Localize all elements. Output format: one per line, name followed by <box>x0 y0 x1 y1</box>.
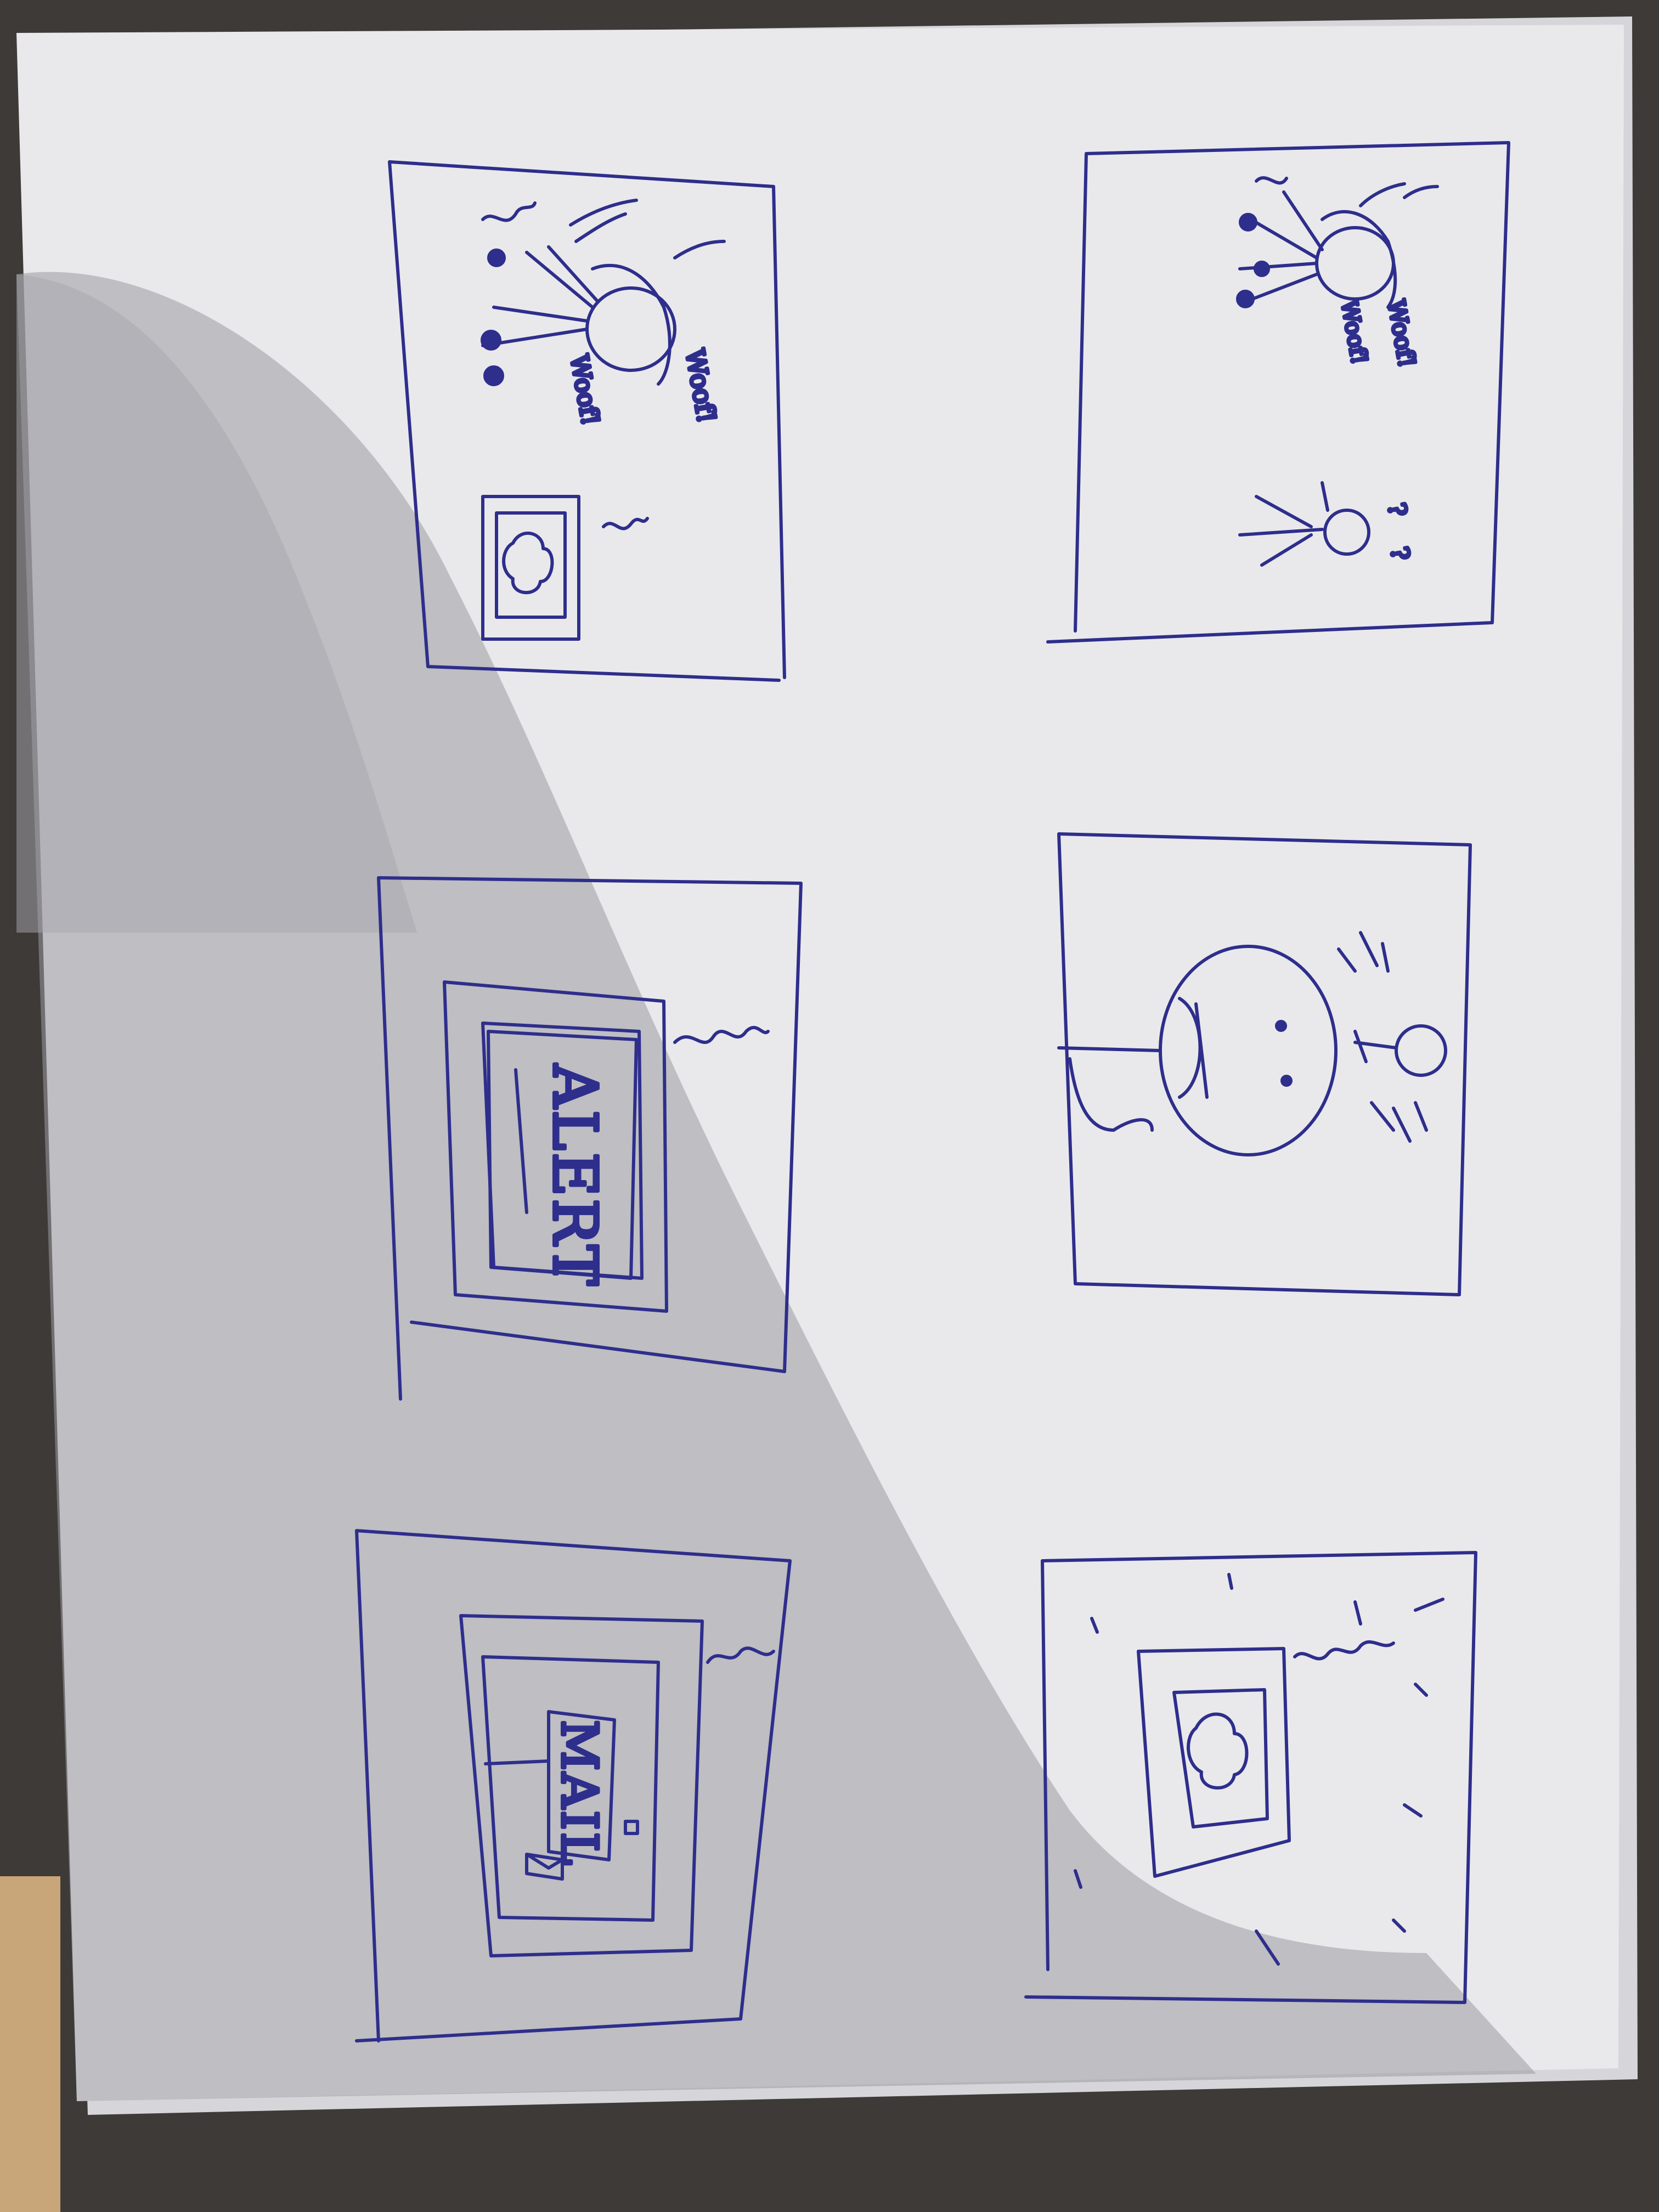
person-eye-2 <box>1280 1075 1293 1087</box>
dog-paw-2 <box>1236 290 1255 308</box>
photo-scene: Woof! Woof! Woof! Woof! ? ? ALERT MAIL <box>0 0 1659 2212</box>
dog-paw-2 <box>483 365 504 386</box>
person-eye-1 <box>1275 1020 1287 1032</box>
dog-paw-3 <box>1254 261 1270 277</box>
dog-paw-1 <box>1239 213 1257 232</box>
dog-paw-1 <box>481 330 501 351</box>
panel-3-alert: ALERT <box>540 1064 610 1288</box>
dog-paw-3 <box>487 249 506 267</box>
table-wood-strip <box>0 1876 60 2212</box>
panel-5-mail: MAIL <box>550 1720 608 1867</box>
